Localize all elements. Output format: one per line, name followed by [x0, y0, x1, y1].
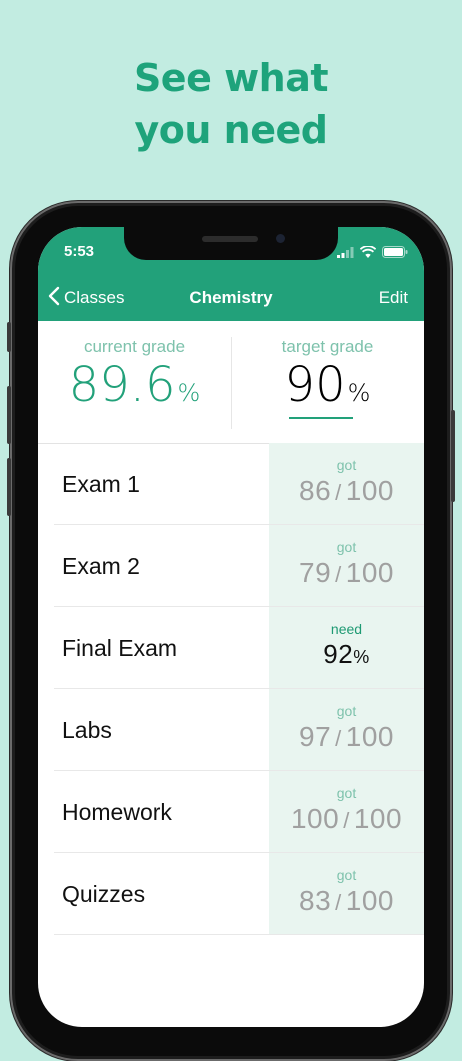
score-total: 100: [345, 885, 394, 916]
score-earned: 97: [299, 721, 332, 752]
score-tag: got: [336, 457, 357, 473]
target-grade-value[interactable]: 90%: [231, 357, 424, 421]
notch: [124, 227, 338, 260]
signal-icon: [337, 245, 354, 263]
score-slash: /: [343, 808, 350, 833]
assignment-list: Exam 1 got 86/100 Exam 2 got 79/100 Fina…: [38, 443, 424, 935]
promo-headline: See what you need: [0, 52, 462, 156]
list-item[interactable]: Final Exam need 92%: [38, 607, 424, 689]
current-grade-value: 89.6%: [38, 357, 231, 421]
score-tag: got: [336, 867, 357, 883]
score-slash: /: [335, 890, 342, 915]
speaker-grille: [202, 236, 258, 242]
score-tag: got: [336, 539, 357, 555]
mute-switch: [7, 322, 11, 352]
target-grade-underline: [289, 417, 353, 419]
volume-down-button: [7, 458, 11, 516]
score-cell[interactable]: got 83/100: [269, 853, 424, 935]
score-earned: 83: [299, 885, 332, 916]
needed-score-value: 92%: [269, 639, 424, 670]
score-slash: /: [335, 480, 342, 505]
assignment-name: Quizzes: [62, 881, 146, 907]
score-tag: got: [336, 703, 357, 719]
status-icons: [337, 245, 408, 263]
target-grade-label: target grade: [281, 337, 374, 356]
current-grade-panel: current grade 89.6%: [38, 321, 231, 421]
score-earned: 86: [299, 475, 332, 506]
assignment-name: Labs: [62, 717, 112, 743]
current-grade-percent: %: [177, 379, 201, 407]
grade-summary: current grade 89.6% target grade 90%: [38, 321, 424, 444]
score-cell[interactable]: got 79/100: [269, 525, 424, 607]
current-grade-label: current grade: [83, 337, 186, 356]
list-item[interactable]: Labs got 97/100: [38, 689, 424, 771]
score-earned: 79: [299, 557, 332, 588]
score-value: 97/100: [269, 721, 424, 753]
headline-line-2: you need: [134, 108, 328, 152]
needed-score-percent: %: [353, 647, 370, 667]
score-value: 79/100: [269, 557, 424, 589]
list-item[interactable]: Exam 1 got 86/100: [38, 443, 424, 525]
app-header: 5:53 Classes Chemistry Edit: [38, 227, 424, 321]
target-grade-panel[interactable]: target grade 90%: [231, 321, 424, 421]
score-slash: /: [335, 726, 342, 751]
page-title: Chemistry: [189, 288, 273, 307]
front-camera: [276, 234, 285, 243]
needed-score-number: 92: [323, 639, 354, 669]
score-value: 83/100: [269, 885, 424, 917]
score-total: 100: [345, 721, 394, 752]
score-slash: /: [335, 562, 342, 587]
battery-icon: [382, 245, 408, 263]
score-value: 86/100: [269, 475, 424, 507]
phone-screen: 5:53 Classes Chemistry Edit current grad…: [38, 227, 424, 1027]
score-tag: need: [330, 621, 363, 637]
assignment-name: Exam 2: [62, 553, 140, 579]
score-total: 100: [345, 475, 394, 506]
score-earned: 100: [290, 803, 340, 834]
headline-line-1: See what: [133, 56, 329, 100]
list-item[interactable]: Exam 2 got 79/100: [38, 525, 424, 607]
score-cell[interactable]: got 86/100: [269, 443, 424, 525]
power-button: [451, 410, 455, 502]
list-item[interactable]: Homework got 100/100: [38, 771, 424, 853]
score-tag: got: [336, 785, 357, 801]
row-separator: [54, 934, 424, 935]
score-total: 100: [353, 803, 403, 834]
edit-button[interactable]: Edit: [379, 288, 408, 308]
score-cell[interactable]: got 97/100: [269, 689, 424, 771]
list-item[interactable]: Quizzes got 83/100: [38, 853, 424, 935]
volume-up-button: [7, 386, 11, 444]
assignment-name: Final Exam: [62, 635, 178, 661]
wifi-icon: [359, 245, 377, 263]
navigation-bar: Classes Chemistry Edit: [38, 283, 424, 313]
assignment-name: Exam 1: [62, 471, 140, 497]
assignment-name: Homework: [62, 799, 172, 825]
target-grade-number: 90: [284, 357, 346, 413]
score-cell[interactable]: got 100/100: [269, 771, 424, 853]
score-total: 100: [345, 557, 394, 588]
target-grade-percent: %: [347, 379, 371, 407]
status-time: 5:53: [64, 243, 95, 260]
current-grade-number: 89.6: [68, 357, 176, 413]
score-value: 100/100: [269, 803, 424, 835]
needed-score-cell: need 92%: [269, 607, 424, 689]
